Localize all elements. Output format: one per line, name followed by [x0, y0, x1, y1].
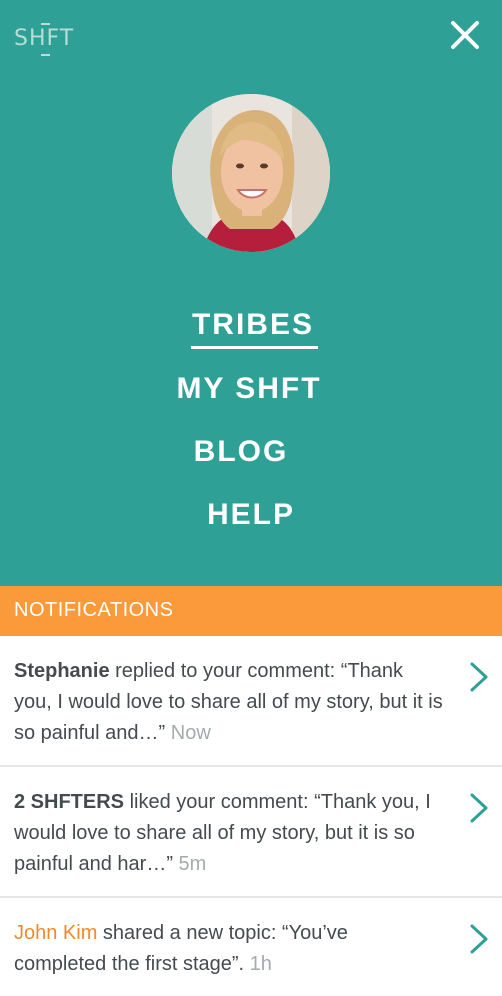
- notification-time: Now: [170, 722, 211, 744]
- profile-avatar[interactable]: [172, 94, 330, 252]
- logo-bar-bottom: [41, 54, 50, 56]
- nav-item-tribes[interactable]: TRIBES: [2, 308, 502, 342]
- chevron-right-icon[interactable]: [468, 791, 490, 825]
- notification-actor[interactable]: Stephanie: [14, 660, 110, 682]
- logo-text: SHFT: [14, 26, 75, 51]
- close-icon[interactable]: [446, 16, 484, 54]
- shft-logo[interactable]: SHFT: [14, 23, 75, 56]
- notification-text: 2 SHFTERS liked your comment: “Thank you…: [14, 787, 444, 880]
- notification-item[interactable]: Stephanie replied to your comment: “Than…: [0, 636, 502, 767]
- notification-text: Stephanie replied to your comment: “Than…: [14, 656, 444, 749]
- notification-time: 1h: [249, 953, 272, 975]
- nav-item-my-shft[interactable]: MY SHFT: [0, 372, 500, 406]
- menu-panel: SHFT TRIBES MY SHFT BLOG HELP: [0, 0, 502, 586]
- nav-item-help[interactable]: HELP: [0, 498, 502, 532]
- notification-item[interactable]: John Kim shared a new topic: “You’ve com…: [0, 898, 502, 996]
- chevron-right-icon[interactable]: [468, 660, 490, 694]
- nav-item-blog[interactable]: BLOG: [0, 435, 492, 469]
- active-nav-underline: [191, 346, 318, 349]
- logo-bar-top: [41, 23, 50, 25]
- notifications-header: NOTIFICATIONS: [0, 586, 502, 636]
- notification-item[interactable]: 2 SHFTERS liked your comment: “Thank you…: [0, 767, 502, 898]
- notification-actor[interactable]: John Kim: [14, 922, 97, 944]
- notification-text: John Kim shared a new topic: “You’ve com…: [14, 918, 444, 980]
- chevron-right-icon[interactable]: [468, 922, 490, 956]
- notification-actor[interactable]: 2 SHFTERS: [14, 791, 124, 813]
- notification-time: 5m: [178, 853, 207, 875]
